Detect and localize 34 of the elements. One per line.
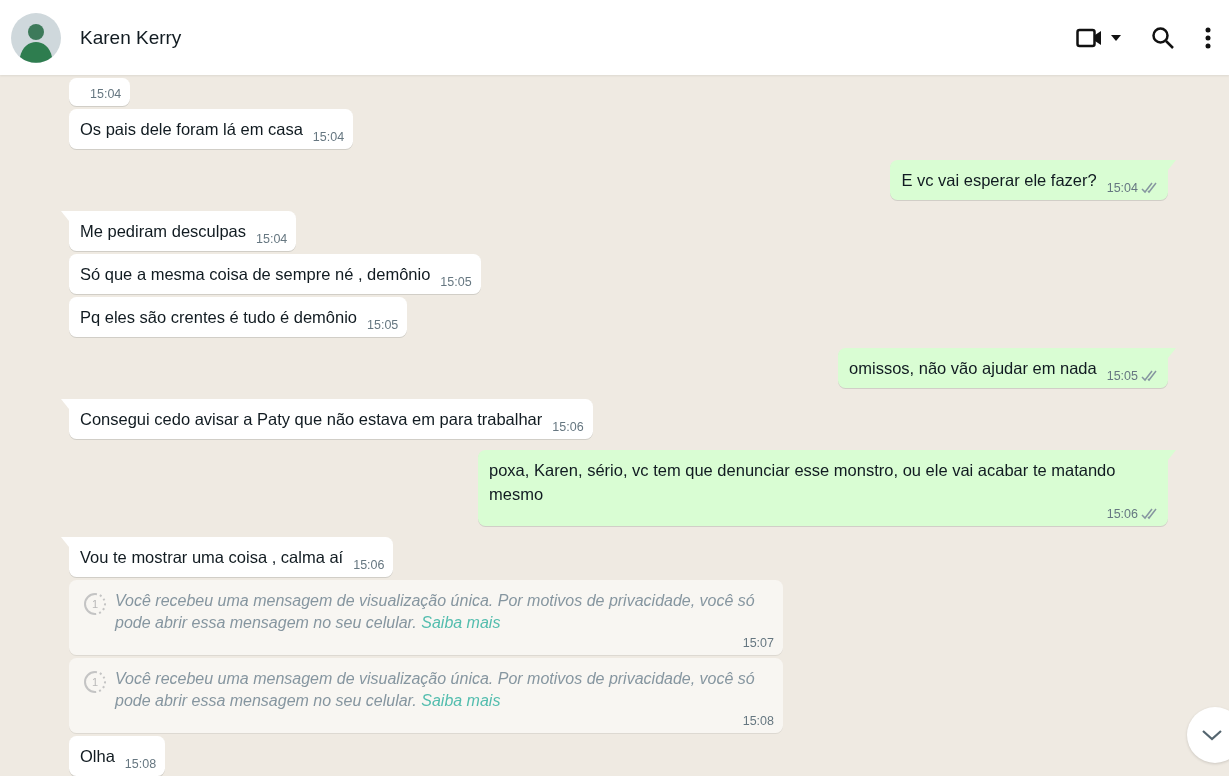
contact-avatar[interactable] <box>11 12 61 63</box>
learn-more-link[interactable]: Saiba mais <box>421 614 501 631</box>
learn-more-link[interactable]: Saiba mais <box>421 692 501 709</box>
message-text: Só que a mesma coisa de sempre né , demônio <box>80 264 431 285</box>
message-time: 15:05 <box>440 274 472 290</box>
message-time: 15:04 <box>1106 180 1138 196</box>
message-text: E vc vai esperar ele fazer? <box>901 170 1097 191</box>
more-vertical-icon <box>1205 26 1211 49</box>
message-time: 15:07 <box>742 636 774 650</box>
message-time: 15:06 <box>552 419 584 435</box>
message-time: 15:06 <box>353 557 385 573</box>
message-time: 15:04 <box>90 86 122 102</box>
view-once-notice: Você recebeu uma mensagem de visualização única. Por motivos de privacidade, você só pode abrir essa mensagem no seu celular. Saiba mais <box>115 591 756 633</box>
message-text: Vou te mostrar uma coisa , calma aí <box>80 547 344 568</box>
view-once-notice: Você recebeu uma mensagem de visualização única. Por motivos de privacidade, você só pode abrir essa mensagem no seu celular. Saiba mais <box>115 669 756 711</box>
chevron-down-icon <box>1201 729 1223 741</box>
message-text: Pq eles são crentes é tudo é demônio <box>80 307 357 328</box>
contact-name: Karen Kerry <box>80 26 183 49</box>
message-text: Consegui cedo avisar a Paty que não estava em para trabalhar <box>80 409 543 430</box>
message-text: poxa, Karen, sério, vc tem que denunciar esse monstro, ou ele vai acabar te matando mesmo <box>489 460 1117 505</box>
message-text: omissos, não vão ajudar em nada <box>849 358 1097 379</box>
message-text: Olha <box>80 746 115 767</box>
message-time: 15:05 <box>367 317 399 333</box>
message-text: Me pediram desculpas <box>80 221 246 242</box>
message-time: 15:04 <box>312 129 345 145</box>
message-time: 15:08 <box>124 756 157 772</box>
message-text: Os pais dele foram lá em casa <box>80 119 303 140</box>
message-time: 15:04 <box>256 231 288 247</box>
search-icon <box>1151 25 1175 50</box>
message-time: 15:05 <box>1106 368 1138 384</box>
message-time: 15:08 <box>742 714 774 728</box>
message-time: 15:06 <box>1106 506 1138 522</box>
video-camera-icon <box>1076 27 1103 48</box>
caret-icon <box>1111 34 1121 41</box>
